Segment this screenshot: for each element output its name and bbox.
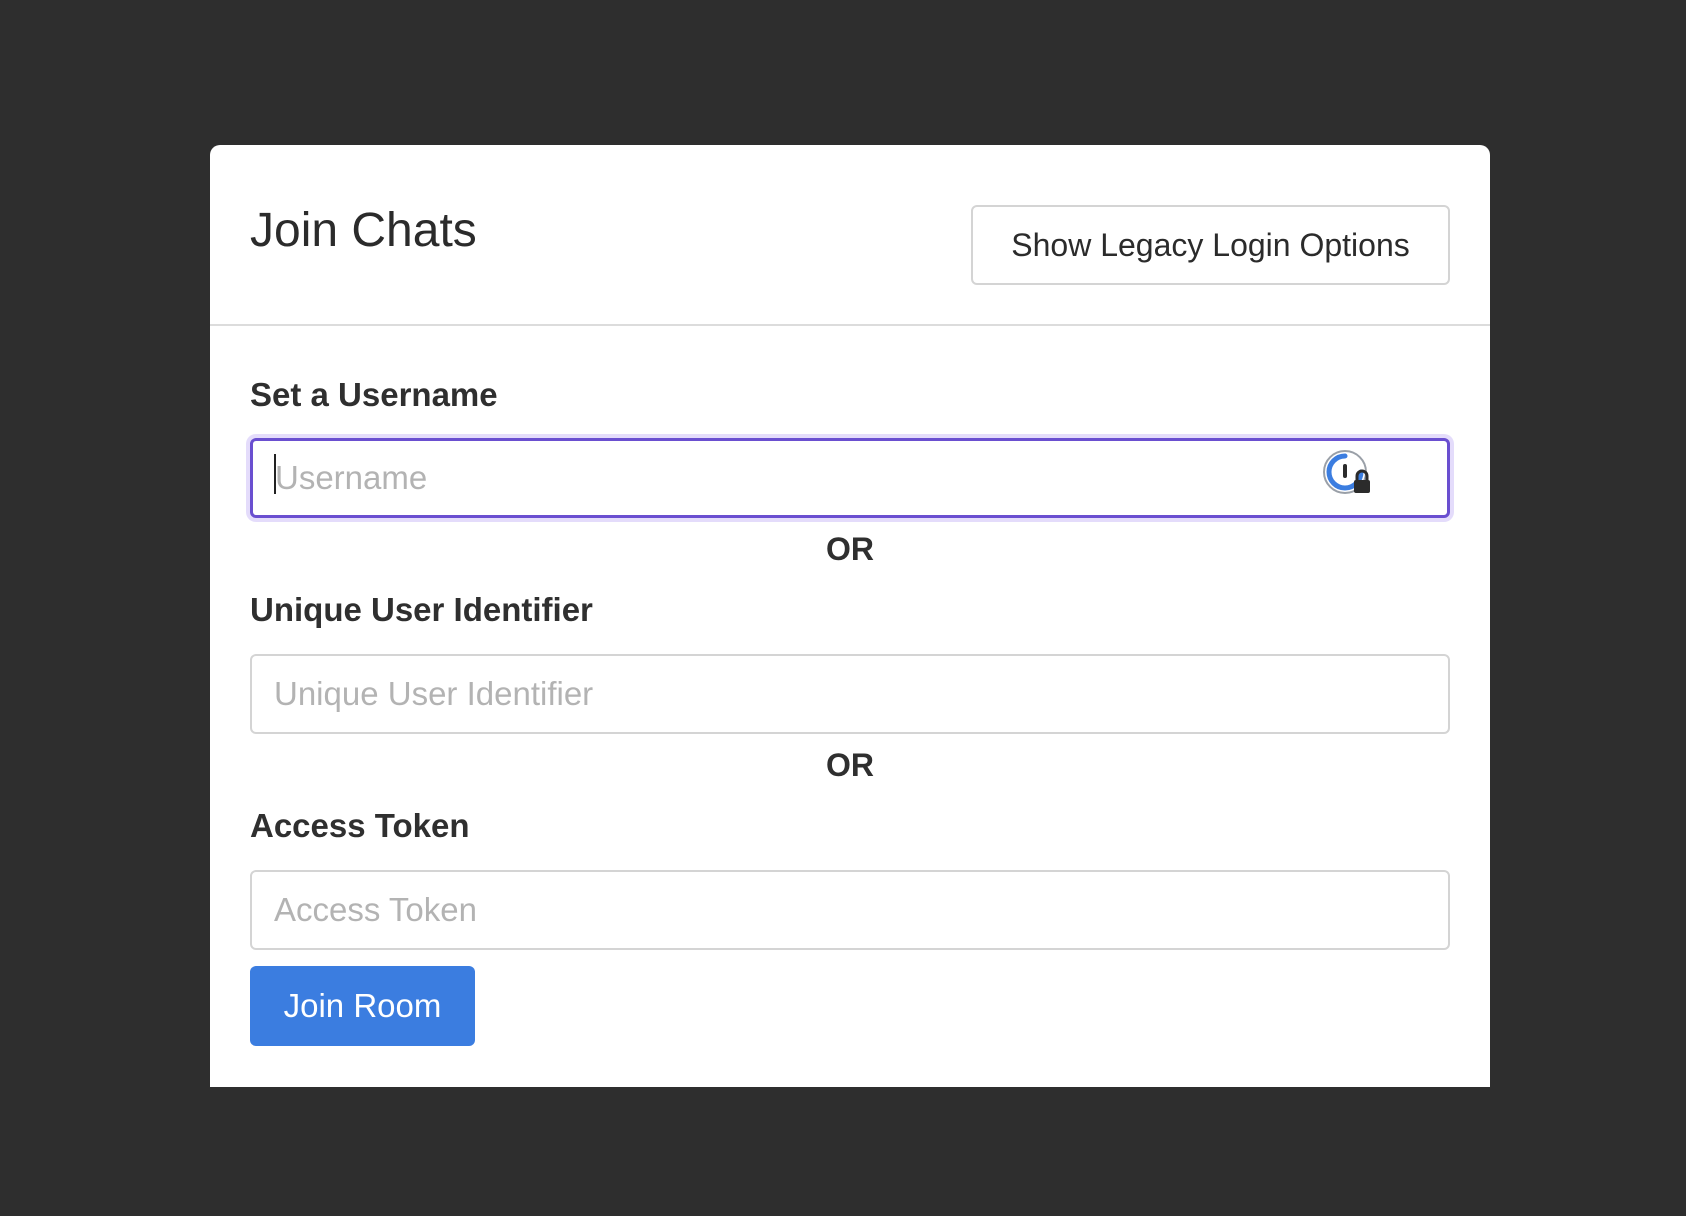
page-title: Join Chats [250,204,477,257]
or-divider: OR [826,531,874,567]
or-divider: OR [826,747,874,783]
username-input[interactable] [250,438,1450,518]
password-manager-lock-icon[interactable] [1322,449,1372,499]
join-chats-panel: Join Chats Show Legacy Login Options Set… [210,145,1490,1087]
text-caret [274,454,276,494]
panel-header: Join Chats Show Legacy Login Options [210,145,1490,326]
show-legacy-login-options-button[interactable]: Show Legacy Login Options [971,205,1450,285]
access-token-label: Access Token [250,807,470,844]
unique-user-identifier-input[interactable] [250,654,1450,734]
username-label: Set a Username [250,376,498,413]
join-room-button[interactable]: Join Room [250,966,475,1046]
access-token-input[interactable] [250,870,1450,950]
unique-user-identifier-label: Unique User Identifier [250,591,593,628]
